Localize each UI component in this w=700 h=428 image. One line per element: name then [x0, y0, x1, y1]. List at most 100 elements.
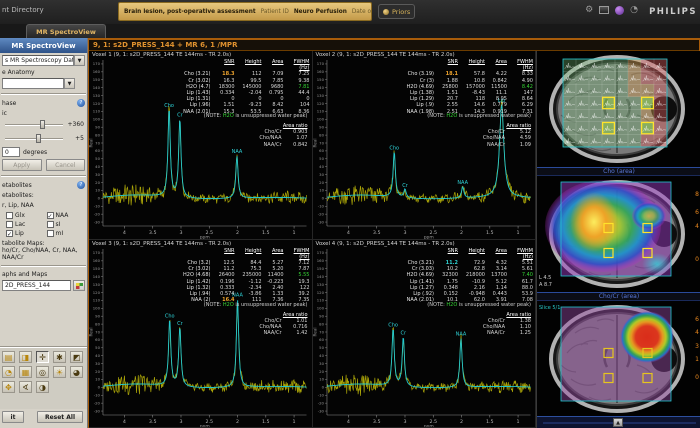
pan-icon[interactable]: ✥ [2, 381, 15, 393]
colorbar-tick: 0 [695, 256, 699, 263]
svg-text:1: 1 [516, 418, 519, 424]
philips-logo: PHILIPS [649, 7, 697, 17]
checkbox-box-icon[interactable] [6, 221, 13, 228]
svg-text:0: 0 [98, 384, 101, 389]
slider-handle[interactable] [40, 120, 45, 129]
svg-text:-10: -10 [317, 392, 324, 397]
svg-text:Cho: Cho [164, 103, 174, 109]
contrast-icon[interactable]: ◑ [36, 381, 49, 393]
settings-gear-icon[interactable]: ⚙ [585, 5, 593, 15]
cancel-button[interactable]: Cancel [45, 159, 85, 171]
table-header: Height [244, 59, 262, 65]
zoom-icon[interactable]: ◎ [36, 366, 49, 378]
cho-cr-map-svg[interactable]: 6 4 3 1 0 Slice 5/1 [537, 301, 700, 417]
h2o-note: (NOTE: H2O is unsuppressed water peak) [427, 301, 531, 308]
svg-text:Cho: Cho [388, 322, 398, 328]
degrees-input[interactable]: 0 [2, 147, 20, 157]
divider [1, 93, 86, 95]
workflow-dropdown-arrow-icon[interactable]: ▼ [74, 55, 85, 66]
checkbox-box-icon[interactable]: ✓ [6, 230, 13, 238]
phase-slider-coarse[interactable]: +360 [2, 118, 85, 131]
system-icons: ⚙ ◔ [585, 5, 638, 15]
phase-help-icon[interactable]: ? [77, 99, 85, 107]
mri-grid-svg[interactable] [537, 51, 700, 167]
svg-text:ppm: ppm [423, 424, 433, 428]
svg-text:60: 60 [95, 337, 100, 342]
slider-track[interactable] [5, 138, 63, 140]
auto-process-icon[interactable]: ✱ [53, 351, 66, 363]
colorbar-tick: 6 [695, 209, 699, 216]
svg-text:80: 80 [95, 321, 100, 326]
series-title-bar: 9, 1: s2D_PRESS_144 + MR 6, 1 /MPR [89, 40, 699, 51]
svg-text:-20: -20 [317, 211, 324, 216]
checkbox-mi[interactable]: mI [46, 230, 86, 237]
patient-directory-label[interactable]: nt Directory [2, 6, 44, 14]
anatomy-section-label: e Anatomy [2, 69, 35, 76]
angle-icon[interactable]: ∢ [19, 381, 32, 393]
svg-text:3: 3 [403, 418, 406, 424]
checkbox-box-icon[interactable]: ✓ [46, 212, 54, 220]
brightness-icon[interactable]: ☀ [53, 366, 66, 378]
svg-text:-10: -10 [94, 392, 101, 397]
table-header: SNR [224, 247, 235, 254]
grid-tool-icon[interactable]: ▦ [19, 366, 32, 378]
checkbox-glx[interactable]: Glx [6, 212, 45, 219]
series-picker-icon[interactable] [73, 280, 85, 292]
series-input[interactable]: 2D_PRESS_144 [2, 280, 71, 292]
svg-text:10: 10 [319, 188, 324, 193]
voxel-title: Voxel 2 (9, 1: s2D_PRESS_144 TE 144ms - … [315, 52, 455, 58]
metabolites-help-icon[interactable]: ? [77, 181, 85, 189]
svg-text:2: 2 [460, 418, 463, 424]
svg-text:3: 3 [179, 230, 182, 236]
checkbox-box-icon[interactable] [6, 212, 13, 219]
tab-mr-spectroview[interactable]: MR SpectroView [26, 24, 106, 38]
svg-text:Cr: Cr [400, 330, 406, 336]
patient-id-label: Patient ID [260, 8, 289, 15]
slider-handle[interactable] [36, 134, 41, 143]
copy-page-icon[interactable]: ▤ [2, 351, 15, 363]
mri-grid-image[interactable] [537, 51, 700, 167]
checkbox-lac[interactable]: Lac [6, 221, 45, 228]
history-clock-icon[interactable]: ◔ [630, 5, 638, 15]
phase-slider-fine[interactable]: +5 [2, 132, 85, 145]
svg-text:Real: Real [89, 138, 93, 147]
image-scrollbar[interactable]: ▲ [537, 416, 700, 428]
reset-all-button[interactable]: Reset All [37, 411, 83, 423]
table-header: Area [495, 59, 507, 65]
layers-icon[interactable]: ◩ [70, 351, 83, 363]
anatomy-combo-arrow-icon[interactable]: ▼ [64, 78, 75, 89]
exit-button[interactable]: it [2, 411, 24, 423]
checkbox-naa[interactable]: ✓ NAA [46, 212, 86, 220]
slider-track[interactable] [5, 124, 63, 126]
orientation-icon[interactable]: ◕ [70, 366, 83, 378]
metabolite-maps-list: ho/Cr, Cho/NAA, Cr, NAA, NAA/Cr [2, 247, 78, 261]
priors-button[interactable]: Priors [378, 4, 416, 19]
display-layout-icon[interactable] [599, 6, 610, 14]
cho-map-svg[interactable]: 8 6 4 0 L 4.5A 8.7 [537, 176, 700, 292]
select-voxel-icon[interactable]: ✛ [36, 351, 49, 363]
svg-text:10: 10 [95, 188, 100, 193]
user-orb-icon[interactable] [615, 5, 625, 15]
svg-text:-20: -20 [317, 400, 324, 405]
svg-text:0: 0 [321, 384, 324, 389]
checkbox-si[interactable]: sI [46, 221, 86, 228]
apply-button[interactable]: Apply [2, 159, 42, 171]
cho-cr-map-image[interactable]: 6 4 3 1 0 Slice 5/1 [537, 301, 700, 417]
workflow-dropdown[interactable]: s MR Spectroscopy Data [2, 55, 74, 66]
checkbox-box-icon[interactable] [46, 221, 54, 228]
cho-map-image[interactable]: 8 6 4 0 L 4.5 A 8.7 [537, 176, 700, 292]
svg-text:ppm: ppm [200, 235, 210, 239]
checkbox-label: Glx [15, 212, 25, 219]
checkbox-lip[interactable]: ✓ Lip [6, 230, 45, 238]
degrees-label: degrees [23, 148, 48, 156]
svg-text:1.5: 1.5 [262, 230, 270, 236]
marker-icon[interactable]: ◔ [2, 366, 15, 378]
anatomy-combo[interactable] [2, 78, 64, 89]
report-icon[interactable]: ◨ [19, 351, 32, 363]
checkbox-box-icon[interactable] [46, 230, 54, 237]
svg-text:30: 30 [319, 360, 324, 365]
area-ratio-table: Area ratio Cho/Cr 5.12 Cho/NAA 4.59 NAA/Cr 1.0… [469, 123, 531, 148]
metabolites-section-title: etabolites [2, 181, 32, 189]
scrollbar-handle[interactable]: ▲ [613, 418, 623, 427]
sidebar-toolbar: ▤ ◨ ✛ ✱ ◩ ◔ ▦ ◎ ☀ ◕ ✥ ∢ ◑ [0, 347, 87, 409]
